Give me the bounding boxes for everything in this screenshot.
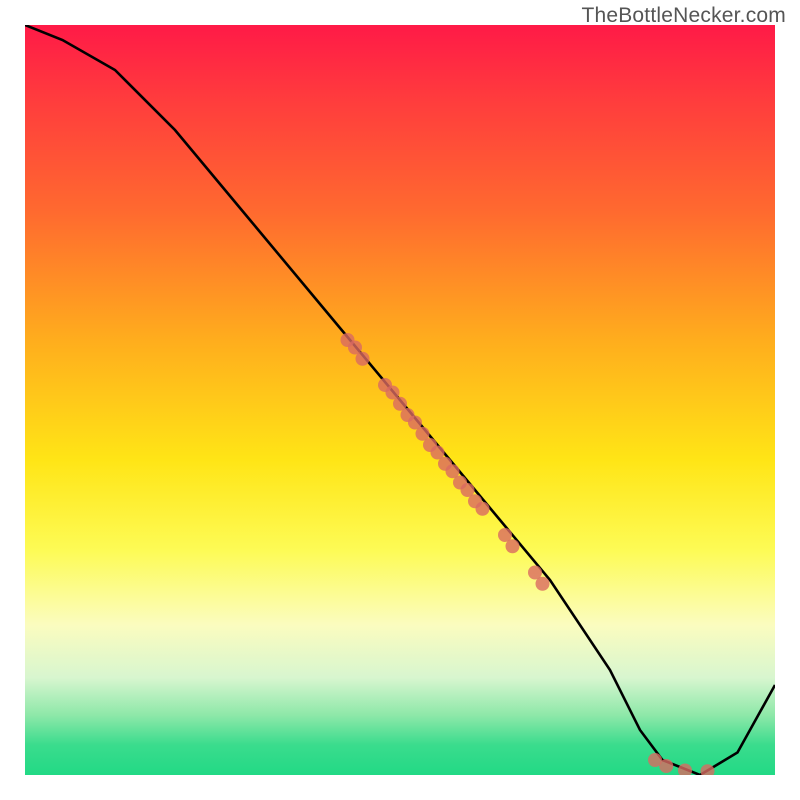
data-point [678,764,692,776]
data-point [356,352,370,366]
data-point [536,577,550,591]
data-point [476,502,490,516]
chart-svg-overlay [25,25,775,775]
bottleneck-chart: TheBottleNecker.com [0,0,800,800]
data-point [506,539,520,553]
data-point [701,764,715,775]
data-point [659,759,673,773]
